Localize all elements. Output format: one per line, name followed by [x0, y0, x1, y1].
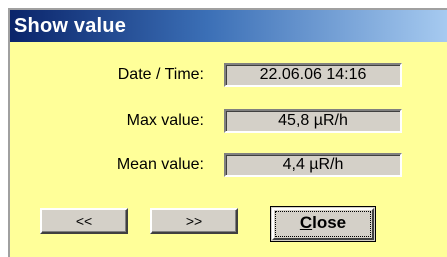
- mean-value-label: Mean value:: [116, 156, 204, 173]
- max-value-value: 45,8 µR/h: [224, 109, 402, 133]
- previous-button[interactable]: <<: [40, 208, 128, 234]
- show-value-dialog: Show value Date / Time: 22.06.06 14:16 M…: [8, 8, 447, 257]
- next-button[interactable]: >>: [150, 208, 238, 234]
- window-title: Show value: [14, 15, 127, 37]
- date-time-value: 22.06.06 14:16: [224, 63, 402, 87]
- close-button-label: Close: [271, 213, 375, 233]
- mean-value-value: 4,4 µR/h: [224, 153, 402, 177]
- max-value-label: Max value:: [126, 112, 204, 129]
- date-time-label: Date / Time:: [117, 66, 204, 83]
- close-mnemonic: C: [299, 213, 313, 232]
- title-bar[interactable]: Show value: [10, 10, 447, 42]
- close-label-rest: lose: [312, 213, 347, 232]
- close-button[interactable]: Close: [270, 206, 376, 242]
